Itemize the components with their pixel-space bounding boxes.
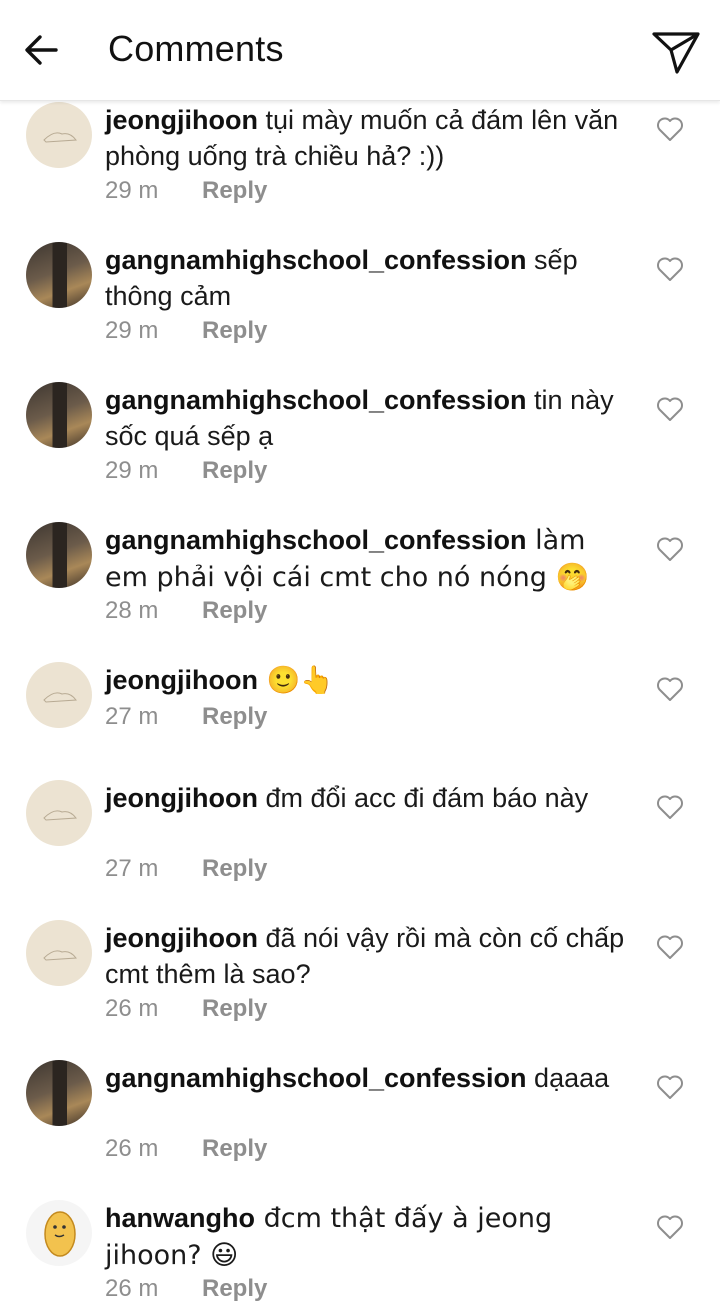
direct-message-send-icon[interactable] [650, 26, 702, 78]
top-bar: Comments [0, 0, 720, 101]
user-avatar[interactable] [26, 382, 92, 448]
comment-text-block: gangnamhighschool_confession làm em phải… [105, 522, 635, 596]
comment-username[interactable]: gangnamhighschool_confession [105, 525, 527, 555]
like-heart-icon[interactable] [656, 256, 684, 282]
like-heart-icon[interactable] [656, 396, 684, 422]
reply-button[interactable]: Reply [202, 457, 267, 484]
comment-meta: 27 m Reply [105, 702, 267, 732]
comment-text-block: jeongjihoon tụi mày muốn cả đám lên văn … [105, 102, 635, 174]
like-heart-icon[interactable] [656, 794, 684, 820]
like-heart-icon[interactable] [656, 1214, 684, 1240]
reply-button[interactable]: Reply [202, 855, 267, 882]
back-arrow-icon[interactable] [22, 28, 62, 72]
reply-button[interactable]: Reply [202, 177, 267, 204]
comment-time: 26 m [105, 995, 159, 1022]
reply-button[interactable]: Reply [202, 1135, 267, 1162]
comment-meta: 29 m Reply [105, 456, 267, 486]
comment-time: 28 m [105, 597, 159, 624]
comment-text: đm đổi acc đi đám báo này [257, 783, 589, 813]
user-avatar[interactable] [26, 102, 92, 168]
like-heart-icon[interactable] [656, 934, 684, 960]
comment-meta: 27 m Reply [105, 854, 267, 884]
reply-button[interactable]: Reply [202, 317, 267, 344]
comment-username[interactable]: jeongjihoon [105, 923, 258, 953]
user-avatar[interactable] [26, 242, 92, 308]
like-heart-icon[interactable] [656, 536, 684, 562]
user-avatar[interactable] [26, 1200, 92, 1266]
reply-button[interactable]: Reply [202, 597, 267, 624]
comment-username[interactable]: gangnamhighschool_confession [105, 385, 527, 415]
comment-time: 29 m [105, 177, 159, 204]
user-avatar[interactable] [26, 920, 92, 986]
user-avatar[interactable] [26, 662, 92, 728]
comment-meta: 29 m Reply [105, 176, 267, 206]
reply-button[interactable]: Reply [202, 703, 267, 730]
comment-time: 27 m [105, 703, 159, 730]
comment-username[interactable]: gangnamhighschool_confession [105, 245, 527, 275]
like-heart-icon[interactable] [656, 1074, 684, 1100]
comment-username[interactable]: jeongjihoon [105, 105, 258, 135]
comment-meta: 26 m Reply [105, 1274, 267, 1304]
user-avatar[interactable] [26, 1060, 92, 1126]
comment-text-block: jeongjihoon đm đổi acc đi đám báo này [105, 780, 635, 816]
like-heart-icon[interactable] [656, 676, 684, 702]
comment-username[interactable]: hanwangho [105, 1203, 255, 1233]
comment-text-block: gangnamhighschool_confession tin này sốc… [105, 382, 635, 454]
comment-text-block: gangnamhighschool_confession dạaaa [105, 1060, 635, 1096]
comment-time: 27 m [105, 855, 159, 882]
comment-meta: 26 m Reply [105, 1134, 267, 1164]
comment-text-block: jeongjihoon đã nói vậy rồi mà còn cố chấ… [105, 920, 635, 992]
comment-time: 29 m [105, 317, 159, 344]
comment-text: dạaaa [526, 1063, 610, 1093]
comment-time: 26 m [105, 1135, 159, 1162]
reply-button[interactable]: Reply [202, 995, 267, 1022]
comment-username[interactable]: gangnamhighschool_confession [105, 1063, 527, 1093]
comment-text: 🙂👆 [257, 665, 334, 696]
user-avatar[interactable] [26, 780, 92, 846]
comment-meta: 29 m Reply [105, 316, 267, 346]
comment-text-block: jeongjihoon 🙂👆 [105, 662, 635, 699]
comment-meta: 26 m Reply [105, 994, 267, 1024]
comment-username[interactable]: jeongjihoon [105, 665, 258, 695]
comment-meta: 28 m Reply [105, 596, 267, 626]
like-heart-icon[interactable] [656, 116, 684, 142]
comment-username[interactable]: jeongjihoon [105, 783, 258, 813]
reply-button[interactable]: Reply [202, 1275, 267, 1302]
user-avatar[interactable] [26, 522, 92, 588]
page-title: Comments [108, 28, 284, 69]
comment-time: 29 m [105, 457, 159, 484]
comment-text-block: hanwangho đcm thật đấy à jeong jihoon? 😃 [105, 1200, 635, 1274]
comment-text-block: gangnamhighschool_confession sếp thông c… [105, 242, 635, 314]
comment-time: 26 m [105, 1275, 159, 1302]
